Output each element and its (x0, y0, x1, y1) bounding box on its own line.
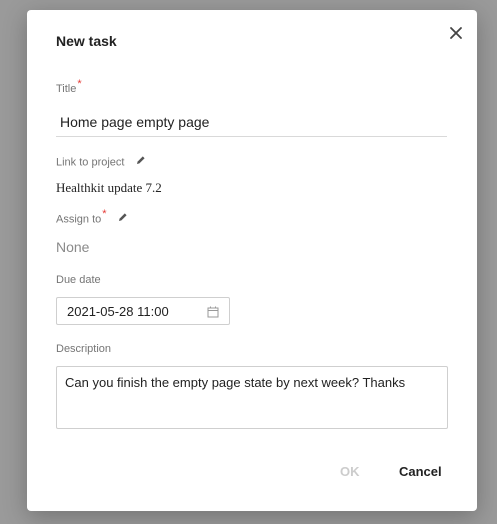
required-mark: * (77, 78, 82, 90)
close-icon (450, 27, 462, 39)
ok-button[interactable]: OK (340, 464, 360, 479)
pencil-icon[interactable] (136, 155, 146, 168)
assign-label: Assign to* (56, 208, 128, 226)
required-mark: * (102, 208, 107, 221)
title-label-text: Title (56, 83, 77, 95)
project-label: Link to project (56, 156, 146, 169)
pencil-icon[interactable] (118, 212, 128, 225)
description-textarea[interactable]: Can you finish the empty page state by n… (56, 366, 448, 429)
title-label: Title* (56, 78, 82, 95)
project-label-text: Link to project (56, 156, 125, 169)
due-date-input[interactable]: 2021-05-28 11:00 (56, 297, 230, 325)
due-date-value: 2021-05-28 11:00 (67, 304, 169, 319)
close-button[interactable] (447, 24, 465, 42)
project-value: Healthkit update 7.2 (56, 180, 162, 195)
assign-label-text: Assign to (56, 213, 102, 226)
description-label: Description (56, 343, 112, 355)
assignee-value[interactable]: None (56, 239, 89, 255)
calendar-icon[interactable] (207, 305, 219, 323)
cancel-button[interactable]: Cancel (399, 464, 442, 479)
dialog-title: New task (56, 33, 117, 49)
title-input[interactable] (56, 107, 447, 137)
new-task-dialog: New task Title* Link to project Healthki… (27, 10, 477, 511)
due-date-label: Due date (56, 274, 101, 286)
